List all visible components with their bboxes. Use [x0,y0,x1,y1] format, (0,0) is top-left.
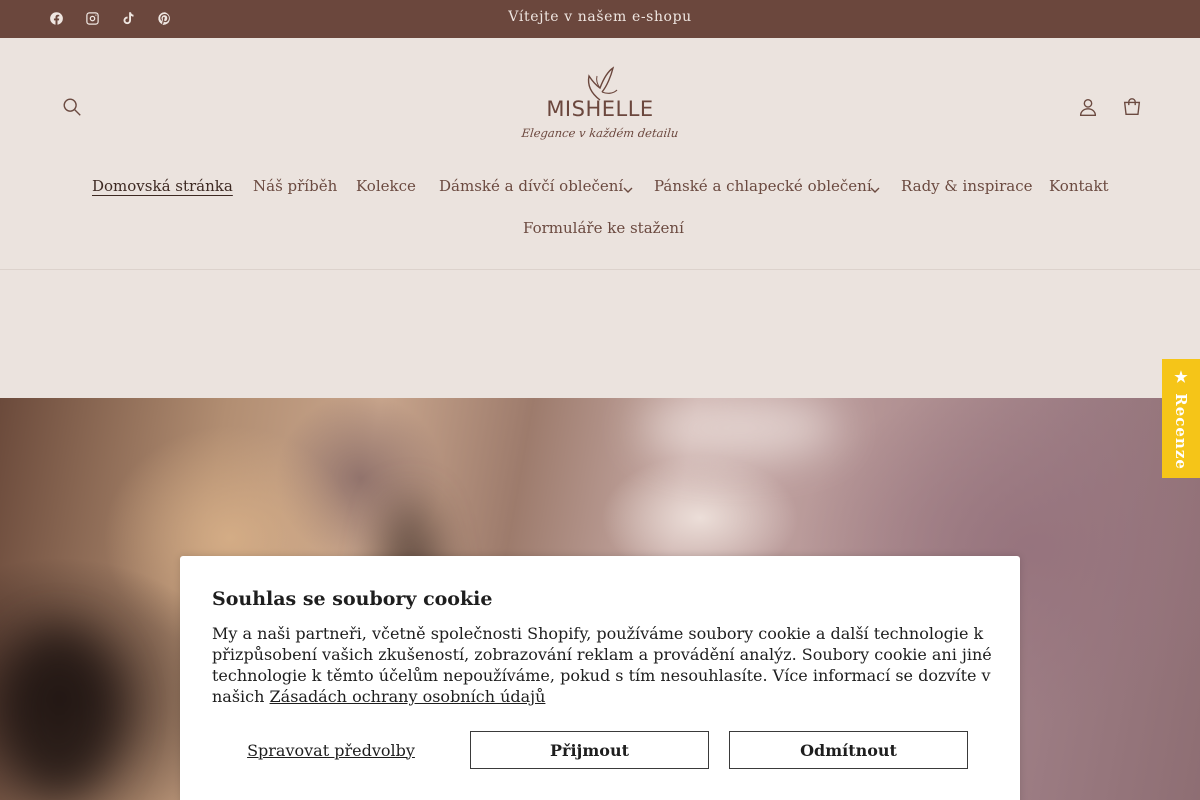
hero-shadow [0,628,120,798]
nav-tips-inspiration[interactable]: Rady & inspirace [901,177,1033,195]
chevron-down-icon[interactable] [622,181,634,193]
logo[interactable]: MISHELLE Elegance v každém detailu [520,62,680,154]
nav-home[interactable]: Domovská stránka [92,177,233,195]
cookie-title: Souhlas se soubory cookie [212,588,493,610]
nav-collections[interactable]: Kolekce [356,177,416,195]
announcement-bar: Vítejte v našem e-shopu [0,0,1200,38]
nav-our-story[interactable]: Náš příběh [253,177,337,195]
hero-highlight [640,398,840,458]
cookie-consent-dialog: Souhlas se soubory cookie My a naši part… [180,556,1020,800]
cart-icon[interactable] [1114,89,1150,125]
nav-womens-clothing[interactable]: Dámské a dívčí oblečení [439,177,623,195]
search-icon[interactable] [54,89,90,125]
nav-contact[interactable]: Kontakt [1049,177,1109,195]
logo-tagline: Elegance v každém detailu [520,126,680,140]
nav-download-forms[interactable]: Formuláře ke stažení [523,219,684,237]
decline-button[interactable]: Odmítnout [729,731,968,769]
chevron-down-icon[interactable] [869,181,881,193]
logo-name: MISHELLE [546,97,654,121]
reviews-tab-label: ★ Recenze [1172,367,1190,470]
nav-mens-clothing[interactable]: Pánské a chlapecké oblečení [654,177,872,195]
user-icon[interactable] [1070,89,1106,125]
cookie-text: My a naši partneři, včetně společnosti S… [212,623,998,707]
reviews-tab[interactable]: ★ Recenze [1162,359,1200,478]
accept-button[interactable]: Přijmout [470,731,709,769]
manage-preferences-button[interactable]: Spravovat předvolby [212,731,450,769]
announcement-text: Vítejte v našem e-shopu [508,9,692,25]
site-header: MISHELLE Elegance v každém detailu Domov… [0,38,1200,270]
privacy-policy-link[interactable]: Zásadách ochrany osobních údajů [270,687,546,706]
